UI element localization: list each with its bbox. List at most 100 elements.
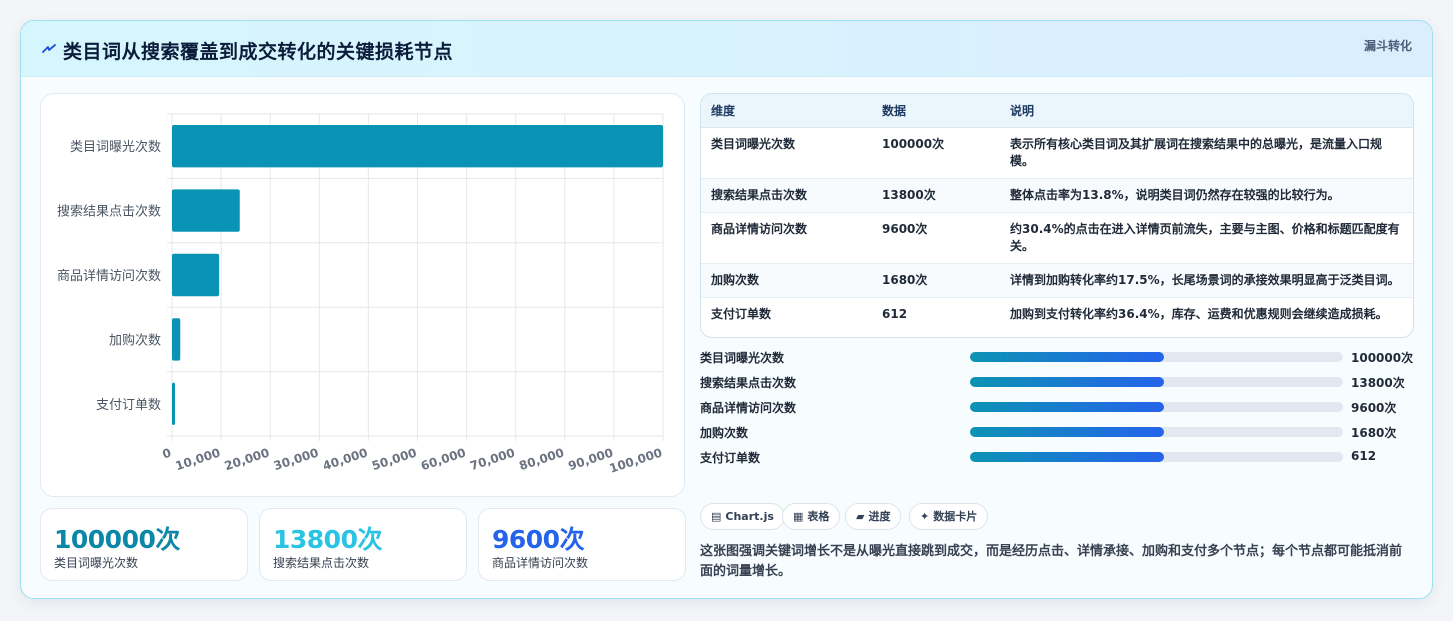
tick-label: 40,000 [321,446,369,474]
bar[interactable] [172,318,181,361]
category-label: 搜索结果点击次数 [57,204,161,220]
table-cell: 详情到加购转化率约17.5%，长尾场景词的承接效果明显高于泛类目词。 [1000,263,1413,298]
table-cell: 支付订单数 [711,306,772,321]
tick-label: 100,000 [608,446,664,476]
chip-progress[interactable]: ▰ 进度 [845,503,902,530]
table-cell: 商品详情访问次数 [701,212,872,264]
bar[interactable] [172,253,220,297]
table-cell: 表示所有核心类目词及其扩展词在搜索结果中的总曝光，是流量入口规模。 [1000,127,1413,179]
table-cell: 9600次 [872,212,1000,264]
progress-label: 商品详情访问次数 [700,401,797,415]
progress-value: 1680次 [1351,426,1397,440]
data-table: 维度 数据 说明 类目词曝光次数 100000次 表示所有核心类目词及其扩展词在… [700,93,1414,338]
tick-label: 20,000 [223,446,271,474]
category-label: 支付订单数 [96,398,161,413]
chip-table[interactable]: ▦ 表格 [782,503,841,530]
progress-label: 加购次数 [700,426,749,440]
kpi-value: 100000次 [54,525,180,554]
kpi-label: 商品详情访问次数 [492,556,589,570]
table-cell: 100000次 [872,127,1000,179]
progress-fill [970,427,1164,437]
tick-label: 60,000 [419,446,467,474]
tick-label: 70,000 [468,446,516,474]
chart-icon: ▤ [711,510,722,523]
progress-row: 搜索结果点击次数 13800次 [700,372,1414,392]
bar-chart: 类目词曝光次数搜索结果点击次数商品详情访问次数加购次数支付订单数 0 10,000 2… [57,113,664,476]
progress-fill [970,377,1164,387]
progress-track [970,452,1343,462]
table-cell: 加购到支付转化率约36.4%，库存、运费和优惠规则会继续造成损耗。 [1010,306,1388,321]
table-row: 支付订单数 612 加购到支付转化率约36.4%，库存、运费和优惠规则会继续造成… [701,297,1413,331]
chart-description: 这张图强调关键词增长不是从曝光直接跳到成交，而是经历点击、详情承接、加购和支付多… [700,544,1403,579]
progress-track [970,402,1343,412]
bar-chart-panel: 类目词曝光次数搜索结果点击次数 商品详情访问次数加购次数支付订单数 0 10,000 2… [40,93,685,497]
category-label: 加购次数 [109,332,161,348]
table-row: 商品详情访问次数 9600次 约30.4%的点击在进入详情页前流失，主要与主图、… [701,212,1413,264]
lightning-icon [42,44,56,53]
funnel-card: 类目词从搜索覆盖到成交转化的关键损耗节点 漏斗转化 类目词曝光次数 搜索结果点击次… [20,20,1433,599]
progress-label: 支付订单数 [700,451,761,465]
chip-data-cards[interactable]: ✦ 数据卡片 [909,503,989,530]
progress-row: 加购次数 1680次 [700,422,1414,442]
tick-label: 50,000 [370,446,418,474]
bar[interactable] [172,189,240,232]
table-row: 类目词曝光次数 100000次 表示所有核心类目词及其扩展词在搜索结果中的总曝光… [701,127,1413,179]
sparkle-icon: ✦ [920,510,930,523]
progress-row: 类目词曝光次数 100000次 [700,347,1414,367]
tick-label: 30,000 [272,446,320,474]
progress-fill [970,352,1164,362]
progress-value: 9600次 [1351,401,1397,415]
progress-row: 支付订单数 612 [700,447,1414,467]
kpi-value: 9600次 [492,525,585,554]
table-cell: 加购次数 [701,263,872,298]
chip-chartjs[interactable]: ▤ Chart.js [700,503,785,530]
table-row: 加购次数 1680次 详情到加购转化率约17.5%，长尾场景词的承接效果明显高于… [701,263,1413,298]
table-cell: 搜索结果点击次数 [701,178,872,213]
table-cell: 类目词曝光次数 [701,127,872,179]
progress-value: 100000次 [1351,351,1414,365]
bar[interactable] [172,382,176,425]
card-title: 类目词从搜索覆盖到成交转化的关键损耗节点 [63,41,454,63]
card-badge: 漏斗转化 [1363,39,1412,53]
chip-label: Chart.js [725,510,774,523]
table-cell: 13800次 [872,178,1000,213]
progress-track [970,377,1343,387]
category-label: 商品详情访问次数 [57,268,161,284]
column-header: 说明 [1000,94,1413,128]
progress-track [970,352,1343,362]
table-header-row: 维度 数据 说明 [701,94,1413,128]
table-cell: 整体点击率为13.8%，说明类目词仍然存在较强的比较行为。 [1000,178,1413,213]
tick-label: 0 [161,446,173,462]
progress-label: 搜索结果点击次数 [700,376,797,390]
column-header: 维度 [701,94,872,128]
kpi-label: 类目词曝光次数 [54,556,139,570]
tick-label: 10,000 [174,446,222,474]
table-icon: ▦ [793,510,804,523]
tick-label: 80,000 [517,446,565,474]
column-header: 数据 [872,94,1000,128]
kpi-label: 搜索结果点击次数 [273,556,370,570]
progress-value: 612 [1351,449,1377,463]
progress-row: 商品详情访问次数 9600次 [700,397,1414,417]
table-cell: 1680次 [872,263,1000,298]
bar[interactable] [172,125,663,168]
chip-label: 数据卡片 [933,510,978,523]
progress-track [970,427,1343,437]
table-cell: 约30.4%的点击在进入详情页前流失，主要与主图、价格和标题匹配度有关。 [1000,212,1413,264]
chip-label: 进度 [868,510,891,523]
progress-icon: ▰ [856,510,865,523]
card-header: 类目词从搜索覆盖到成交转化的关键损耗节点 漏斗转化 [21,21,1432,77]
progress-fill [970,402,1164,412]
kpi-card-exposure: 100000次 类目词曝光次数 [40,508,248,581]
category-label: 类目词曝光次数 [70,139,161,155]
kpi-card-visits: 9600次 商品详情访问次数 [478,508,686,581]
table-row: 搜索结果点击次数 13800次 整体点击率为13.8%，说明类目词仍然存在较强的… [701,178,1413,213]
kpi-value: 13800次 [273,525,382,554]
table-cell: 612 [882,306,908,321]
progress-value: 13800次 [1351,376,1405,390]
progress-label: 类目词曝光次数 [700,351,785,365]
progress-fill [970,452,1164,462]
chip-label: 表格 [807,510,830,523]
tick-label: 90,000 [566,446,614,474]
kpi-card-clicks: 13800次 搜索结果点击次数 [259,508,467,581]
